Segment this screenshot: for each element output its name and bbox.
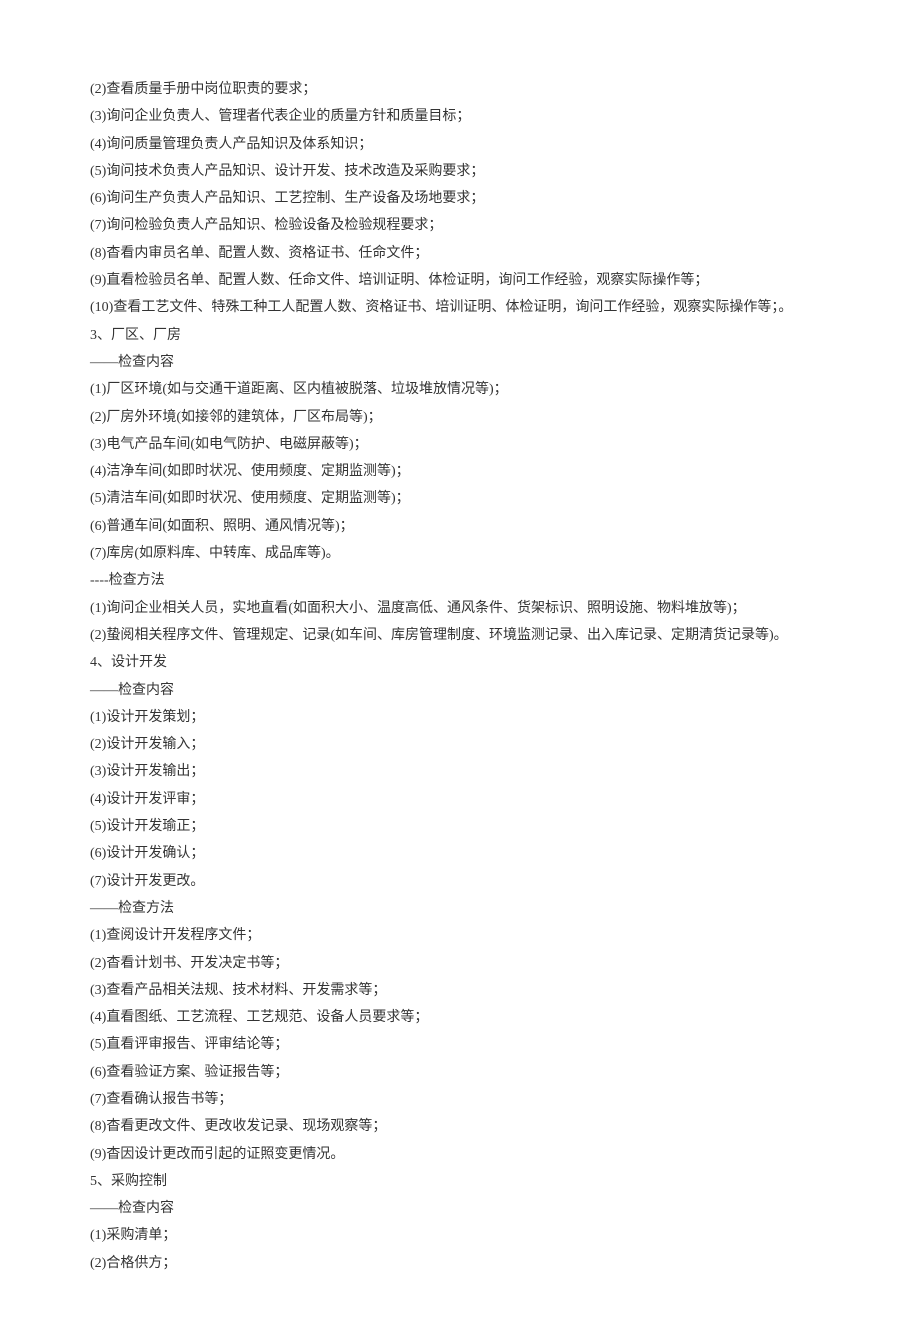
text-line: (8)杳看内审员名单、配置人数、资格证书、任命文件； — [90, 240, 830, 267]
text-line: (4)询问质量管理负责人产品知识及体系知识； — [90, 131, 830, 158]
text-line: (1)采购清单； — [90, 1222, 830, 1249]
text-line: (1)询问企业相关人员，实地直看(如面积大小、温度高低、通风条件、货架标识、照明… — [90, 595, 830, 622]
text-line: (1)查阅设计开发程序文件； — [90, 922, 830, 949]
text-line: (5)询问技术负责人产品知识、设计开发、技术改造及采购要求； — [90, 158, 830, 185]
text-line: (2)厂房外环境(如接邻的建筑体，厂区布局等)； — [90, 404, 830, 431]
text-line: (4)直看图纸、工艺流程、工艺规范、设备人员要求等； — [90, 1004, 830, 1031]
text-line: (6)查看验证方案、验证报告等； — [90, 1059, 830, 1086]
text-line: (5)清洁车间(如即时状况、使用频度、定期监测等)； — [90, 485, 830, 512]
text-line: (7)库房(如原料库、中转库、成品库等)。 — [90, 540, 830, 567]
text-line: (9)直看检验员名单、配置人数、任命文件、培训证明、体检证明，询问工作经验，观察… — [90, 267, 830, 294]
text-line: (1)厂区环境(如与交通干道距离、区内植被脱落、垃圾堆放情况等)； — [90, 376, 830, 403]
text-line: (9)杳因设计更改而引起的证照变更情况。 — [90, 1141, 830, 1168]
text-line: (7)设计开发更改。 — [90, 868, 830, 895]
text-line: (5)设计开发瑜正； — [90, 813, 830, 840]
text-line: ——检查方法 — [90, 895, 830, 922]
text-line: (2)查看质量手册中岗位职责的要求； — [90, 76, 830, 103]
document-body: (2)查看质量手册中岗位职责的要求；(3)询问企业负责人、管理者代表企业的质量方… — [90, 76, 830, 1277]
text-line: (1)设计开发策划； — [90, 704, 830, 731]
text-line: (6)普通车间(如面积、照明、通风情况等)； — [90, 513, 830, 540]
text-line: (3)查看产品相关法规、技术材料、开发需求等； — [90, 977, 830, 1004]
text-line: (8)杳看更改文件、更改收发记录、现场观察等； — [90, 1113, 830, 1140]
text-line: (3)设计开发输出； — [90, 758, 830, 785]
text-line: (2)杳看计划书、开发决定书等； — [90, 950, 830, 977]
text-line: 5、采购控制 — [90, 1168, 830, 1195]
text-line: (2)合格供方； — [90, 1250, 830, 1277]
text-line: ——检查内容 — [90, 1195, 830, 1222]
text-line: (2)设计开发输入； — [90, 731, 830, 758]
text-line: (4)设计开发评审； — [90, 786, 830, 813]
text-line: (4)洁净车间(如即时状况、使用频度、定期监测等)； — [90, 458, 830, 485]
text-line: (5)直看评审报告、评审结论等； — [90, 1031, 830, 1058]
text-line: (3)电气产品车间(如电气防护、电磁屏蔽等)； — [90, 431, 830, 458]
text-line: (6)设计开发确认； — [90, 840, 830, 867]
text-line: 3、厂区、厂房 — [90, 322, 830, 349]
text-line: (7)查看确认报告书等； — [90, 1086, 830, 1113]
text-line: (6)询问生产负责人产品知识、工艺控制、生产设备及场地要求； — [90, 185, 830, 212]
text-line: ----检查方法 — [90, 567, 830, 594]
text-line: ——检查内容 — [90, 349, 830, 376]
text-line: (2)蛰阅相关程序文件、管理规定、记录(如车间、库房管理制度、环境监测记录、出入… — [90, 622, 830, 649]
text-line: 4、设计开发 — [90, 649, 830, 676]
text-line: (3)询问企业负责人、管理者代表企业的质量方针和质量目标； — [90, 103, 830, 130]
text-line: (7)询问检验负责人产品知识、检验设备及检验规程要求； — [90, 212, 830, 239]
text-line: ——检查内容 — [90, 677, 830, 704]
text-line: (10)查看工艺文件、特殊工种工人配置人数、资格证书、培训证明、体检证明，询问工… — [90, 294, 830, 321]
